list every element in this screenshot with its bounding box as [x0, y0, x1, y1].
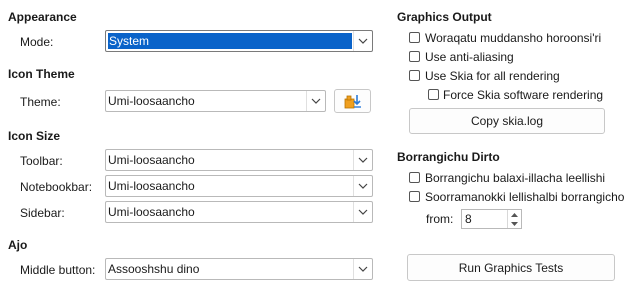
screen-font-checkbox[interactable]: [409, 191, 420, 202]
theme-value: Umi-loosaancho: [108, 94, 195, 108]
chevron-down-icon[interactable]: [353, 259, 372, 279]
from-label: from:: [426, 212, 454, 226]
sidebar-label: Sidebar:: [20, 206, 65, 220]
chevron-down-icon[interactable]: [353, 31, 372, 51]
graphics-output-heading: Graphics Output: [397, 10, 492, 24]
mode-label: Mode:: [20, 35, 54, 49]
icon-size-heading: Icon Size: [8, 129, 61, 143]
middle-button-value: Assooshshu dino: [108, 262, 200, 276]
run-graphics-tests-button[interactable]: Run Graphics Tests: [407, 254, 615, 281]
from-spinbox[interactable]: 8: [461, 209, 522, 229]
skia-software-checkbox[interactable]: [428, 89, 439, 100]
sidebar-size-value: Umi-loosaancho: [108, 205, 195, 219]
appearance-heading: Appearance: [8, 10, 77, 24]
middle-button-label: Middle button:: [20, 263, 96, 277]
extension-download-icon: [344, 95, 361, 109]
spin-up-icon[interactable]: [508, 210, 521, 219]
chevron-down-icon[interactable]: [306, 91, 325, 111]
hw-accel-label: Woraqatu muddansho horoonsi'ri: [425, 31, 602, 45]
middle-button-combo[interactable]: Assooshshu dino: [105, 258, 373, 280]
chevron-down-icon[interactable]: [353, 176, 372, 196]
anti-aliasing-label: Use anti-aliasing: [425, 50, 514, 64]
mode-combo[interactable]: System: [105, 30, 373, 52]
toolbar-label: Toolbar:: [20, 154, 63, 168]
notebookbar-size-value: Umi-loosaancho: [108, 179, 195, 193]
ajo-heading: Ajo: [8, 238, 28, 252]
install-theme-button[interactable]: [334, 89, 371, 113]
chevron-down-icon[interactable]: [353, 202, 372, 222]
preview-label: Borrangichu balaxi-illacha leellishi: [425, 171, 606, 185]
anti-aliasing-checkbox[interactable]: [409, 51, 420, 62]
notebookbar-size-combo[interactable]: Umi-loosaancho: [105, 175, 373, 197]
borrangichu-heading: Borrangichu Dirto: [397, 150, 500, 164]
from-value: 8: [465, 212, 472, 226]
theme-label: Theme:: [20, 95, 61, 109]
spin-down-icon[interactable]: [508, 219, 521, 228]
icon-theme-heading: Icon Theme: [8, 67, 75, 81]
notebookbar-label: Notebookbar:: [20, 180, 93, 194]
mode-value: System: [108, 33, 352, 49]
copy-skia-log-button[interactable]: Copy skia.log: [409, 108, 605, 134]
screen-font-label: Soorramanokki lellishalbi borrangicho: [425, 190, 625, 204]
chevron-down-icon[interactable]: [353, 150, 372, 170]
preview-checkbox[interactable]: [409, 172, 420, 183]
skia-label: Use Skia for all rendering: [425, 69, 560, 83]
theme-combo[interactable]: Umi-loosaancho: [105, 90, 326, 112]
toolbar-size-value: Umi-loosaancho: [108, 153, 195, 167]
sidebar-size-combo[interactable]: Umi-loosaancho: [105, 201, 373, 223]
skia-checkbox[interactable]: [409, 70, 420, 81]
toolbar-size-combo[interactable]: Umi-loosaancho: [105, 149, 373, 171]
skia-software-label: Force Skia software rendering: [443, 88, 604, 102]
hw-accel-checkbox[interactable]: [409, 32, 420, 43]
